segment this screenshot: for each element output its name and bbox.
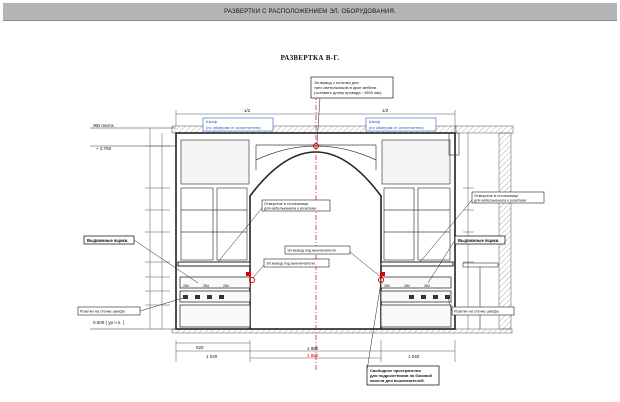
socket-gap-6: 284 bbox=[424, 284, 430, 288]
dim-side-left: 1 040 bbox=[206, 354, 218, 359]
dim-520: 520 bbox=[196, 345, 204, 350]
drawers-right bbox=[380, 276, 452, 328]
dim-side-right: 1 040 bbox=[408, 354, 420, 359]
shelving-right bbox=[383, 187, 451, 261]
socket-gap-3: 284 bbox=[223, 284, 229, 288]
socket-gap-2: 284 bbox=[203, 284, 209, 288]
level-floor: 0.000 ( ур.ч.п. ) bbox=[93, 320, 125, 325]
upper-cabinet-right bbox=[381, 139, 451, 185]
dim-center: 1 880 bbox=[307, 346, 319, 351]
socket-gap-1: 284 bbox=[183, 284, 189, 288]
arch-outline bbox=[249, 151, 382, 329]
callout-switch-upper-text: Эл.вывод под выключатели. bbox=[287, 249, 337, 253]
socket-gap-5: 284 bbox=[404, 284, 410, 288]
callout-switch-lower-text: Эл.вывод под выключатели. bbox=[266, 262, 316, 266]
socket-gap-4: 284 bbox=[384, 284, 390, 288]
blue-note-right-1: Шкаф bbox=[369, 119, 381, 124]
upper-cabinet-left bbox=[180, 139, 250, 185]
switch-box-right bbox=[380, 272, 385, 276]
level-upper: + 2.760 bbox=[96, 146, 112, 151]
slab-label: ЖБ плита. bbox=[93, 123, 115, 128]
callout-free-space-3: панели для выключателей. bbox=[370, 378, 425, 383]
dim-total-red: 1 880 bbox=[307, 353, 319, 358]
callout-sockets-right-text: Розетки на стенке шкафа bbox=[454, 310, 500, 314]
countertop-right bbox=[380, 261, 454, 267]
elevation-drawing: 284 284 284 284 284 284 ЖБ плита. + 2.76… bbox=[77, 76, 545, 386]
callout-ceiling-3: (оставить длину провода ~1500 мм). bbox=[314, 90, 382, 95]
right-wall bbox=[498, 132, 512, 330]
dim-half-right: 1/2 bbox=[382, 108, 389, 113]
blue-note-left-1: Шкаф bbox=[206, 119, 218, 124]
switch-box-left bbox=[246, 272, 251, 276]
callout-drawers-left-text: Выдвижные ящики. bbox=[87, 238, 128, 243]
countertop-left bbox=[177, 261, 251, 267]
blue-note-right-2: (по обмерам от исполнителя) bbox=[369, 125, 424, 130]
callout-drawers-right-text: Выдвижные ящики. bbox=[458, 238, 499, 243]
dim-half-left: 1/2 bbox=[244, 108, 251, 113]
callout-cable-right-1: Отверстие в столешнице bbox=[474, 194, 518, 198]
callout-cable-left-2: для кабельканала к розеткам bbox=[264, 207, 316, 211]
shelving-left bbox=[180, 187, 248, 261]
blue-note-left-2: (по обмерам от исполнителя) bbox=[206, 125, 261, 130]
vertical-dimension-chain bbox=[145, 128, 170, 329]
callout-cable-right-2: для кабельканала к розеткам bbox=[474, 199, 526, 203]
drawers-left bbox=[179, 276, 251, 328]
ceiling-slab-right bbox=[454, 125, 514, 134]
callout-sockets-left-text: Розетки на стенке шкафа bbox=[80, 310, 126, 314]
callout-cable-left-1: Отверстие в столешнице bbox=[264, 202, 308, 206]
vertical-dimension-chain-right bbox=[463, 133, 474, 329]
